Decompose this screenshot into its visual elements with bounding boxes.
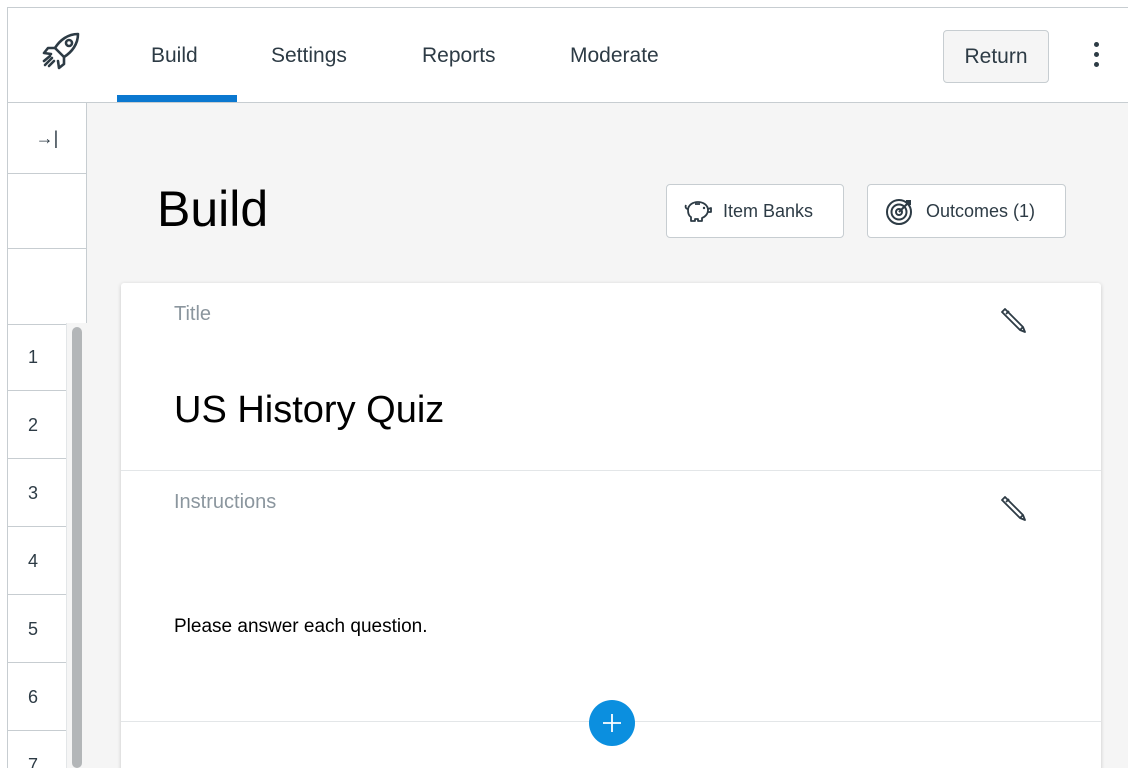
sidebar-scrollbar[interactable]	[66, 323, 87, 768]
outcomes-label: Outcomes (1)	[926, 200, 1036, 221]
active-tab-indicator	[117, 95, 237, 102]
target-icon	[884, 195, 916, 227]
question-nav-item[interactable]: 3	[8, 460, 66, 527]
piggy-bank-icon	[683, 199, 713, 223]
instructions-field-label: Instructions	[174, 491, 277, 513]
item-banks-label: Item Banks	[723, 200, 814, 221]
section-divider	[121, 470, 1101, 471]
sidebar-blank-row	[8, 249, 86, 323]
quiz-details-card: Title US History Quiz Instructions Pleas…	[121, 283, 1101, 768]
question-nav-item[interactable]: 5	[8, 596, 66, 663]
plus-icon	[603, 714, 621, 732]
edit-instructions-pencil-icon[interactable]	[999, 493, 1029, 523]
instructions-text[interactable]: Please answer each question.	[174, 616, 428, 638]
question-nav-item[interactable]: 1	[8, 324, 66, 391]
quiz-title[interactable]: US History Quiz	[174, 389, 444, 432]
outcomes-button[interactable]: Outcomes (1)	[867, 184, 1066, 238]
tab-reports[interactable]: Reports	[422, 44, 496, 68]
item-banks-button[interactable]: Item Banks	[666, 184, 844, 238]
kebab-menu-icon[interactable]	[1086, 42, 1106, 74]
page-title: Build	[157, 181, 269, 237]
return-button[interactable]: Return	[943, 30, 1049, 83]
sidebar-blank-row	[8, 174, 86, 249]
question-sidebar: →| 1 2 3 4 5 6 7	[8, 103, 87, 768]
tab-build[interactable]: Build	[151, 44, 198, 68]
add-question-button[interactable]	[589, 700, 635, 746]
quiz-editor-window: Build Settings Reports Moderate Return →…	[7, 7, 1128, 768]
tab-settings[interactable]: Settings	[271, 44, 347, 68]
top-navigation: Build Settings Reports Moderate Return	[8, 8, 1128, 103]
edit-title-pencil-icon[interactable]	[999, 305, 1029, 335]
tab-moderate[interactable]: Moderate	[570, 44, 659, 68]
expand-right-icon[interactable]: →|	[8, 103, 86, 174]
question-nav-item[interactable]: 4	[8, 528, 66, 595]
scrollbar-thumb[interactable]	[72, 327, 82, 768]
question-nav-item[interactable]: 7	[8, 732, 66, 768]
question-nav-item[interactable]: 2	[8, 392, 66, 459]
question-nav-item[interactable]: 6	[8, 664, 66, 731]
title-field-label: Title	[174, 303, 212, 325]
rocket-icon[interactable]	[38, 28, 84, 74]
